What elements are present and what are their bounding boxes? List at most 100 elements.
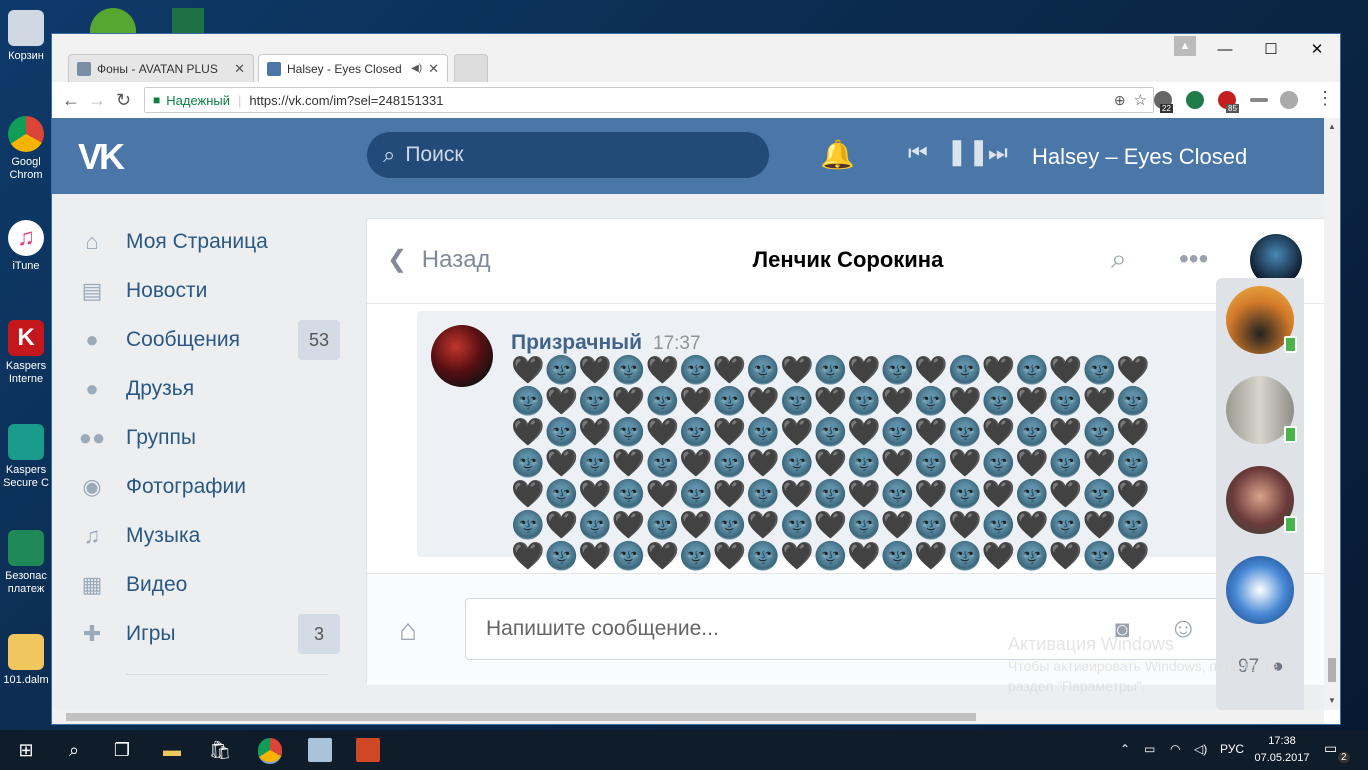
lock-icon: ■ xyxy=(153,93,161,107)
scroll-thumb[interactable] xyxy=(66,713,976,721)
sidebar-item-video[interactable]: ▦ Видео xyxy=(78,565,340,605)
bookmark-star-icon[interactable]: ☆ xyxy=(1134,91,1147,109)
scroll-thumb[interactable] xyxy=(1328,658,1336,682)
now-playing-title[interactable]: Halsey – Eyes Closed xyxy=(1032,144,1247,170)
avatan-favicon-icon xyxy=(77,61,91,76)
folder-shortcut[interactable]: 101.dalm xyxy=(0,634,52,687)
extension-icon[interactable] xyxy=(1280,91,1298,109)
tab-close-icon[interactable]: ✕ xyxy=(428,61,439,77)
home-icon: ⌂ xyxy=(85,229,99,254)
language-indicator[interactable]: РУС xyxy=(1220,742,1244,756)
close-window-button[interactable]: ✕ xyxy=(1302,40,1332,60)
search-placeholder: Поиск xyxy=(405,143,464,166)
message-author[interactable]: Призрачный xyxy=(511,331,642,355)
sidebar-item-photos[interactable]: ◉ Фотографии xyxy=(78,467,340,507)
desktop-icon-label: Kaspers Interne xyxy=(5,360,47,385)
maximize-button[interactable]: ☐ xyxy=(1256,40,1286,60)
attach-paperclip-icon[interactable]: ⌂ xyxy=(399,614,417,648)
more-options-icon[interactable]: ••• xyxy=(1179,243,1208,275)
zoom-icon[interactable]: ⊕ xyxy=(1114,92,1126,109)
new-tab-button[interactable] xyxy=(454,54,488,82)
battery-icon[interactable]: ▭ xyxy=(1144,742,1155,756)
messages-icon: ● xyxy=(85,327,99,352)
store-icon[interactable]: 🛍 xyxy=(208,738,232,762)
previous-track-icon[interactable]: ⏮ xyxy=(908,140,928,166)
app-taskbar-icon[interactable] xyxy=(356,738,380,762)
sidebar-item-messages[interactable]: ● Сообщения 53 xyxy=(78,320,340,360)
tab-avatan[interactable]: Фоны - AVATAN PLUS ✕ xyxy=(68,54,254,82)
reload-icon[interactable]: ↻ xyxy=(116,90,131,111)
task-view-icon[interactable]: ❐ xyxy=(110,738,134,762)
forward-arrow-icon[interactable]: → xyxy=(88,90,106,111)
notifications-icon[interactable]: ▭ xyxy=(1324,740,1337,757)
windows-start-icon[interactable]: ⊞ xyxy=(14,738,38,762)
wifi-icon[interactable]: ◠ xyxy=(1170,742,1180,756)
sidebar-item-my-page[interactable]: ⌂ Моя Страница xyxy=(78,222,340,262)
search-icon[interactable]: ⌕ xyxy=(1111,243,1127,276)
minimize-button[interactable]: — xyxy=(1210,40,1240,60)
next-track-icon[interactable]: ⏭ xyxy=(988,140,1008,166)
avatar[interactable] xyxy=(431,325,493,387)
sidebar-item-label: Новости xyxy=(126,279,208,302)
recycle-bin-icon xyxy=(8,10,44,46)
notifications-bell-icon[interactable]: 🔔 xyxy=(820,138,855,171)
horizontal-scrollbar[interactable] xyxy=(52,710,1324,724)
tab-vk[interactable]: Halsey - Eyes Closed ◀) ✕ xyxy=(258,54,448,82)
kaspersky-internet-shortcut[interactable]: K Kaspers Interne xyxy=(0,320,52,386)
back-arrow-icon[interactable]: ← xyxy=(62,90,80,111)
sidebar-item-label: Моя Страница xyxy=(126,230,268,253)
scroll-up-icon[interactable]: ▲ xyxy=(1328,122,1336,131)
message-time[interactable]: 17:37 xyxy=(653,333,701,355)
vertical-scrollbar[interactable]: ▲ ▼ xyxy=(1324,118,1340,710)
sidebar-item-games[interactable]: ✚ Игры 3 xyxy=(78,614,340,654)
online-friends-rail: 97 ● xyxy=(1216,278,1304,710)
url-field[interactable]: ■ Надежный | https://vk.com/im?sel=24815… xyxy=(144,87,1154,113)
desktop-icon-label: iTune xyxy=(12,260,40,272)
app-taskbar-icon[interactable] xyxy=(308,738,332,762)
camera-icon: ◉ xyxy=(82,474,102,499)
sidebar-item-label: Фотографии xyxy=(126,475,247,498)
scroll-down-icon[interactable]: ▼ xyxy=(1328,696,1336,705)
menu-icon[interactable]: ⋮ xyxy=(1316,88,1334,109)
safe-payment-shortcut[interactable]: Безопас платеж xyxy=(0,530,52,596)
kaspersky-icon: K xyxy=(8,320,44,356)
volume-icon[interactable]: ◁) xyxy=(1194,742,1207,756)
friends-icon: ● xyxy=(85,376,99,401)
pause-icon[interactable]: ❚❚ xyxy=(946,136,990,167)
avatar[interactable] xyxy=(1226,556,1294,624)
chevron-up-icon[interactable]: ⌃ xyxy=(1120,742,1130,756)
secure-label: Надежный xyxy=(166,92,231,108)
tab-close-icon[interactable]: ✕ xyxy=(234,61,245,77)
extension-icon[interactable] xyxy=(1186,91,1204,109)
sidebar-item-music[interactable]: ♫ Музыка xyxy=(78,516,340,556)
folder-icon xyxy=(8,634,44,670)
sidebar-item-label: Игры xyxy=(126,622,176,645)
news-icon: ▤ xyxy=(81,278,103,303)
clock[interactable]: 17:38 07.05.2017 xyxy=(1252,733,1312,767)
chrome-shortcut[interactable]: Googl Chrom xyxy=(0,116,52,182)
kaspersky-secure-shortcut[interactable]: Kaspers Secure C xyxy=(0,424,52,490)
file-explorer-icon[interactable]: ▬ xyxy=(160,738,184,762)
vk-favicon-icon xyxy=(267,61,281,76)
profile-icon[interactable]: ▲ xyxy=(1174,36,1196,56)
activation-watermark-title: Активация Windows xyxy=(1008,634,1174,654)
chrome-taskbar-icon[interactable] xyxy=(258,738,282,764)
itunes-shortcut[interactable]: ♫ iTune xyxy=(0,220,52,273)
search-input[interactable]: ⌕ Поиск xyxy=(367,132,769,178)
sidebar-item-friends[interactable]: ● Друзья xyxy=(78,369,340,409)
sidebar-item-label: Группы xyxy=(126,426,196,449)
excel-icon[interactable] xyxy=(172,8,204,36)
sidebar-item-label: Сообщения xyxy=(126,328,240,351)
itunes-icon: ♫ xyxy=(8,220,44,256)
vk-logo-icon[interactable]: VK xyxy=(78,136,125,178)
recycle-bin-shortcut[interactable]: Корзин xyxy=(0,10,52,63)
extension-icon[interactable] xyxy=(1250,98,1268,102)
search-icon: ⌕ xyxy=(383,142,396,167)
sidebar-item-groups[interactable]: ●● Группы xyxy=(78,418,340,458)
tab-label: Фоны - AVATAN PLUS xyxy=(97,61,218,76)
audio-playing-icon[interactable]: ◀) xyxy=(411,63,422,74)
search-icon[interactable]: ⌕ xyxy=(62,738,86,762)
sidebar-item-news[interactable]: ▤ Новости xyxy=(78,271,340,311)
message-placeholder: Напишите сообщение... xyxy=(486,617,719,640)
messages-count-badge: 53 xyxy=(298,320,340,360)
